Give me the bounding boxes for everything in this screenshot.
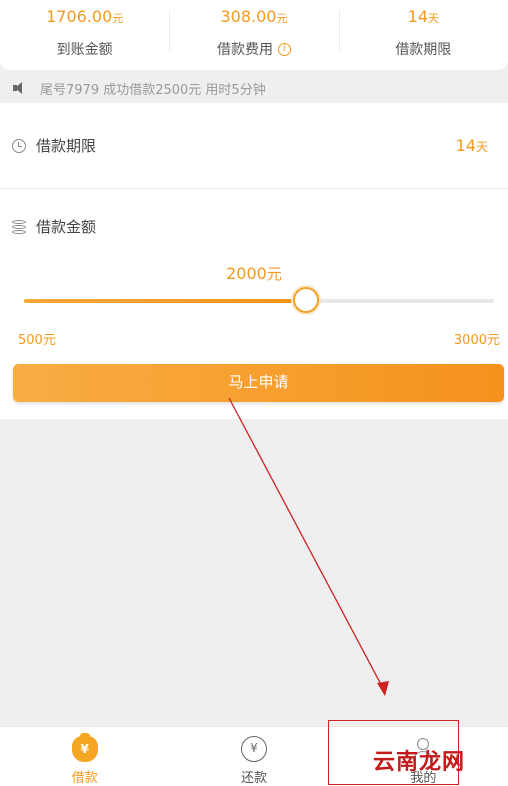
amount-slider-thumb[interactable] [293, 287, 319, 313]
loan-amount-value: 2000元 [226, 264, 282, 283]
info-icon[interactable]: i [277, 42, 291, 56]
loan-fee-label: 借款费用 [216, 42, 273, 58]
loan-fee-value: 308.00元 [220, 7, 288, 26]
apply-now-button[interactable]: 马上申请 [13, 364, 504, 402]
loan-term-summary-label: 借款期限 [395, 42, 452, 58]
loan-term-label: 借款期限 [36, 137, 97, 155]
notice-text: 尾号7979 成功借款2500元 用时5分钟 [40, 82, 266, 98]
received-amount-value: 1706.00元 [46, 7, 124, 26]
money-bag-icon: ¥ [71, 733, 98, 762]
yen-circle-icon: ¥ [240, 736, 267, 762]
tab-repay-label: 还款 [240, 771, 267, 786]
clock-icon [12, 138, 26, 153]
amount-slider-fill [24, 299, 306, 303]
loan-fee-summary: 308.00元 借款费用 i [169, 0, 338, 70]
tab-repay[interactable]: ¥ 还款 [169, 727, 338, 786]
loan-term-row[interactable]: 借款期限 14天 [0, 103, 508, 189]
watermark-logo: 云南龙网 [373, 750, 466, 775]
tab-borrow[interactable]: ¥ 借款 [0, 727, 169, 786]
tab-borrow-label: 借款 [71, 771, 98, 786]
loan-term-summary: 14天 借款期限 [338, 0, 508, 70]
speaker-icon [12, 81, 26, 95]
loan-term-summary-value: 14天 [407, 7, 439, 26]
loan-fee-label-row: 借款费用 i [217, 39, 291, 59]
received-amount-summary: 1706.00元 到账金额 [0, 0, 169, 70]
coins-icon [12, 219, 26, 234]
slider-max-label: 3000元 [453, 333, 500, 348]
loan-amount-heading: 借款金额 [12, 216, 96, 237]
notice-bar: 尾号7979 成功借款2500元 用时5分钟 [0, 74, 508, 102]
summary-panel: 1706.00元 到账金额 308.00元 借款费用 i 14天 借款期限 [0, 0, 508, 70]
loan-term-label-group: 借款期限 [12, 135, 96, 156]
received-amount-label: 到账金额 [56, 42, 113, 58]
amount-slider-track[interactable] [24, 299, 494, 303]
loan-amount-label: 借款金额 [36, 218, 97, 236]
loan-form-card: 借款期限 14天 借款金额 2000元 500元 3000元 马上申请 [0, 103, 508, 419]
slider-min-label: 500元 [18, 333, 56, 348]
loan-term-value: 14天 [455, 136, 488, 155]
